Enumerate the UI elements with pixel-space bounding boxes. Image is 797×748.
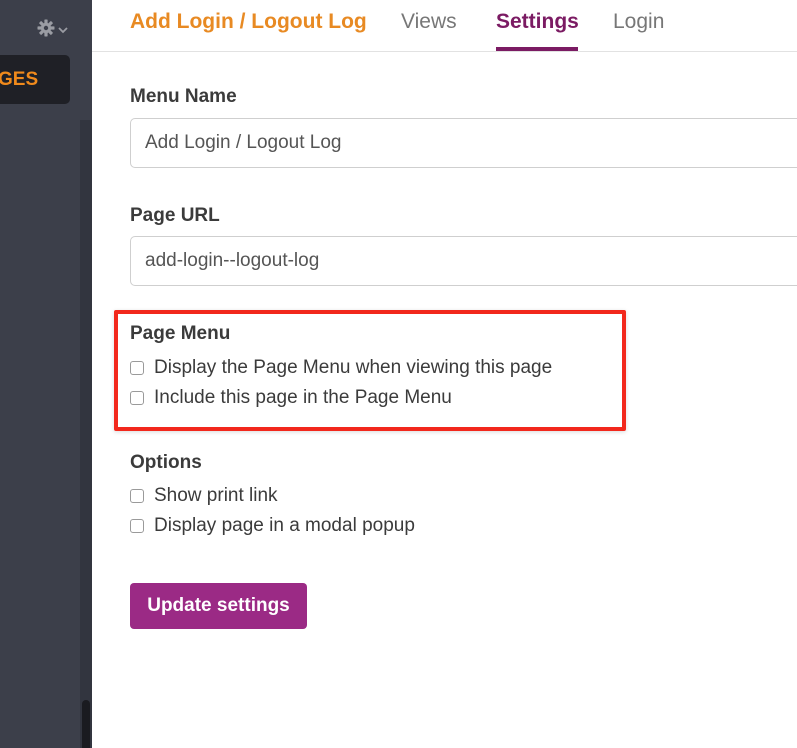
page-menu-display-checkbox[interactable] <box>130 361 144 375</box>
page-url-label: Page URL <box>130 205 220 226</box>
print-link-option[interactable]: Show print link <box>130 485 278 507</box>
app-window: GES Add Login / Logout Log Views Setting… <box>0 0 797 748</box>
print-link-checkbox[interactable] <box>130 489 144 503</box>
page-menu-display-label: Display the Page Menu when viewing this … <box>154 357 553 378</box>
modal-popup-label: Display page in a modal popup <box>154 515 415 536</box>
page-menu-display-option[interactable]: Display the Page Menu when viewing this … <box>130 357 552 379</box>
tab-login[interactable]: Login <box>613 10 664 34</box>
tab-settings[interactable]: Settings <box>496 10 579 34</box>
update-settings-button[interactable]: Update settings <box>130 583 307 629</box>
menu-name-input[interactable] <box>130 118 797 168</box>
page-menu-include-checkbox[interactable] <box>130 391 144 405</box>
modal-popup-option[interactable]: Display page in a modal popup <box>130 515 415 537</box>
sidebar-scrollbar-thumb[interactable] <box>82 700 90 748</box>
sidebar-item-pages[interactable]: GES <box>0 55 70 104</box>
top-nav: Add Login / Logout Log Views Settings Lo… <box>92 0 797 52</box>
page-url-input[interactable] <box>130 236 797 286</box>
options-label: Options <box>130 452 202 473</box>
page-menu-include-option[interactable]: Include this page in the Page Menu <box>130 387 452 409</box>
gear-icon <box>36 18 56 43</box>
page-menu-include-label: Include this page in the Page Menu <box>154 387 452 408</box>
modal-popup-checkbox[interactable] <box>130 519 144 533</box>
menu-name-label: Menu Name <box>130 86 237 107</box>
chevron-down-icon <box>58 21 68 39</box>
active-tab-indicator <box>496 47 578 51</box>
page-menu-label: Page Menu <box>130 323 231 344</box>
settings-menu-toggle[interactable] <box>36 18 76 42</box>
sidebar: GES <box>0 0 92 748</box>
page-title-link[interactable]: Add Login / Logout Log <box>130 10 367 34</box>
sidebar-scrollbar-track[interactable] <box>80 120 92 748</box>
print-link-label: Show print link <box>154 485 278 506</box>
tab-views[interactable]: Views <box>401 10 457 34</box>
